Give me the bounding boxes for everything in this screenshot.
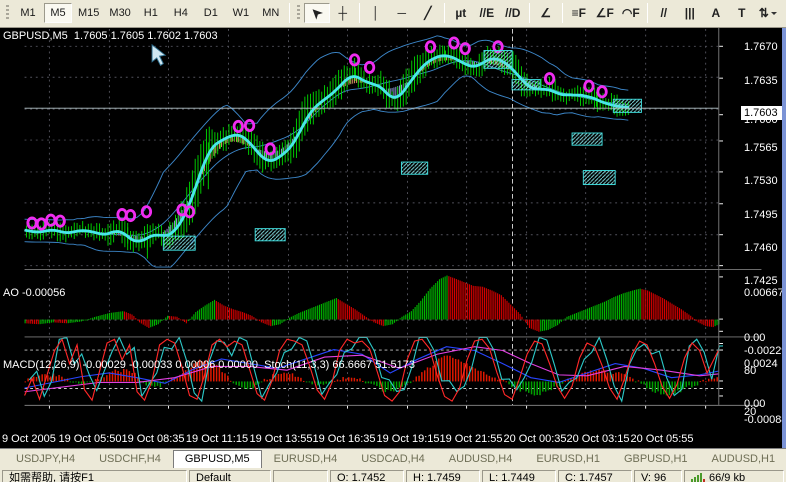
status-help-text: 如需帮助, 请按F1 (2, 470, 187, 482)
timeframe-m15-button[interactable]: M15 (74, 3, 103, 23)
macd-indicator-label: MACD(12,26,9) -0.00029 -0.00033 0.00006 … (3, 359, 415, 371)
tab-eurusd-h4[interactable]: EURUSD,H4 (262, 450, 350, 468)
toolbar-separator (647, 3, 648, 23)
fibo-retracement-icon[interactable]: ≡F (566, 3, 592, 23)
fibo-fan-icon[interactable]: ∠F (592, 3, 618, 23)
fibo-arcs-icon[interactable]: ◠F (618, 3, 644, 23)
axis-value-label: 1.7425 (744, 275, 778, 287)
toolbar-separator (289, 3, 290, 23)
status-connection: 66/9 kb (684, 470, 784, 482)
timeframe-mn-button[interactable]: MN (257, 3, 285, 23)
time-tick-label: 9 Oct 2005 (2, 433, 56, 445)
pattern-boxes (163, 51, 641, 251)
status-high: H: 1.7459 (406, 470, 480, 482)
window-right-border (782, 28, 786, 448)
time-tick-label: 19 Oct 19:15 (377, 433, 440, 445)
time-tick-label: 20 Oct 03:15 (567, 433, 630, 445)
chevron-down-icon (771, 12, 777, 18)
vertical-line-icon[interactable]: │ (363, 3, 389, 23)
current-price-label: 1.7603 (741, 106, 786, 120)
toolbar-grip[interactable] (6, 5, 9, 21)
symbol-ohlc-label: GBPUSD,M5 1.7605 1.7605 1.7602 1.7603 (3, 30, 218, 42)
status-spacer (273, 470, 328, 482)
timeframe-d1-button[interactable]: D1 (197, 3, 225, 23)
axis-value-label: 1.7670 (744, 41, 778, 53)
status-open: O: 1.7452 (330, 470, 404, 482)
stddev-channel-icon[interactable]: //D (500, 3, 526, 23)
andrews-pitchfork-icon[interactable]: // (651, 3, 677, 23)
axis-value-label: -0.00229 (744, 345, 786, 357)
time-tick-label: 19 Oct 13:55 (250, 433, 313, 445)
grid-horizontal-price (25, 46, 719, 265)
axis-value-label: 1.7565 (744, 142, 778, 154)
horizontal-line-icon[interactable]: ─ (389, 3, 415, 23)
text-icon[interactable]: A (703, 3, 729, 23)
connection-bars-icon (691, 471, 705, 482)
tab-eurusd-h1[interactable]: EURUSD,H1 (524, 450, 612, 468)
time-tick-label: 19 Oct 16:35 (313, 433, 376, 445)
cycle-lines-icon[interactable]: ||| (677, 3, 703, 23)
status-profile: Default (189, 470, 271, 482)
toolbar-grip[interactable] (297, 5, 300, 21)
axis-value-label: 1.7460 (744, 242, 778, 254)
equidistant-channel-icon[interactable]: //E (474, 3, 500, 23)
tab-gbpusd-m5[interactable]: GBPUSD,M5 (173, 450, 262, 468)
timeframe-m1-button[interactable]: M1 (14, 3, 42, 23)
chart-tab-bar: USDJPY,H4 USDCHF,H4 GBPUSD,M5 EURUSD,H4 … (0, 448, 786, 468)
status-bar: 如需帮助, 请按F1 Default O: 1.7452 H: 1.7459 L… (0, 468, 786, 482)
tab-usdjpy-h4[interactable]: USDJPY,H4 (4, 450, 87, 468)
timeframe-w1-button[interactable]: W1 (227, 3, 255, 23)
time-tick-label: 20 Oct 05:55 (631, 433, 694, 445)
toolbar-separator (529, 3, 530, 23)
ao-indicator-label: AO -0.00056 (3, 287, 65, 299)
time-axis[interactable]: 9 Oct 200519 Oct 05:5019 Oct 08:3519 Oct… (0, 430, 740, 448)
ao-histogram (25, 276, 720, 332)
chart-window: GBPUSD,M5 1.7605 1.7605 1.7602 1.7603 AO… (0, 28, 786, 448)
status-low: L: 1.7449 (482, 470, 556, 482)
timeframe-h1-button[interactable]: H1 (137, 3, 165, 23)
time-tick-label: 19 Oct 08:35 (122, 433, 185, 445)
time-tick-label: 20 Oct 00:35 (504, 433, 567, 445)
axis-value-label: 1.7530 (744, 175, 778, 187)
timeframe-m30-button[interactable]: M30 (105, 3, 134, 23)
trend-by-angle-icon[interactable]: µt (448, 3, 474, 23)
arrows-icon[interactable]: ⇅ (755, 3, 781, 23)
tab-usdchf-h4[interactable]: USDCHF,H4 (87, 450, 173, 468)
crosshair-icon[interactable]: ┼ (330, 3, 356, 23)
trendline-icon[interactable]: ╱ (415, 3, 441, 23)
time-tick-label: 19 Oct 11:15 (186, 433, 248, 445)
axis-value-label: 0.00 (744, 332, 765, 344)
price-axis[interactable]: 1.76701.76351.76001.75651.75301.74951.74… (741, 28, 786, 431)
chart-canvas[interactable] (0, 28, 786, 448)
connection-speed: 66/9 kb (709, 471, 745, 482)
tab-gbpusd-h1[interactable]: GBPUSD,H1 (612, 450, 700, 468)
toolbar-separator (444, 3, 445, 23)
axis-value-label: 1.7495 (744, 209, 778, 221)
gann-fan-icon[interactable]: ∠ (533, 3, 559, 23)
tab-usdcad-h4[interactable]: USDCAD,H4 (349, 450, 437, 468)
axis-value-label: -0.00088 (744, 414, 786, 426)
status-close: C: 1.7457 (558, 470, 632, 482)
text-label-icon[interactable]: T (729, 3, 755, 23)
timeframe-h4-button[interactable]: H4 (167, 3, 195, 23)
timeframe-m5-button[interactable]: M5 (44, 3, 72, 23)
toolbar-separator (562, 3, 563, 23)
axis-value-label: 80 (744, 365, 756, 377)
terminal-window: M1 M5 M15 M30 H1 H4 D1 W1 MN ➤ ┼ │ ─ ╱ µ… (0, 0, 786, 482)
toolbar-separator (359, 3, 360, 23)
signal-markers (28, 38, 606, 229)
status-volume: V: 96 (634, 470, 682, 482)
time-tick-label: 19 Oct 21:55 (440, 433, 503, 445)
cursor-icon[interactable]: ➤ (304, 3, 330, 23)
axis-value-label: 0.00667 (744, 287, 784, 299)
tab-audusd-h4[interactable]: AUDUSD,H4 (437, 450, 525, 468)
axis-value-label: 1.7635 (744, 75, 778, 87)
tab-audusd-h1[interactable]: AUDUSD,H1 (700, 450, 786, 468)
toolbar: M1 M5 M15 M30 H1 H4 D1 W1 MN ➤ ┼ │ ─ ╱ µ… (0, 0, 786, 28)
mouse-cursor (152, 45, 165, 66)
time-tick-label: 19 Oct 05:50 (59, 433, 122, 445)
